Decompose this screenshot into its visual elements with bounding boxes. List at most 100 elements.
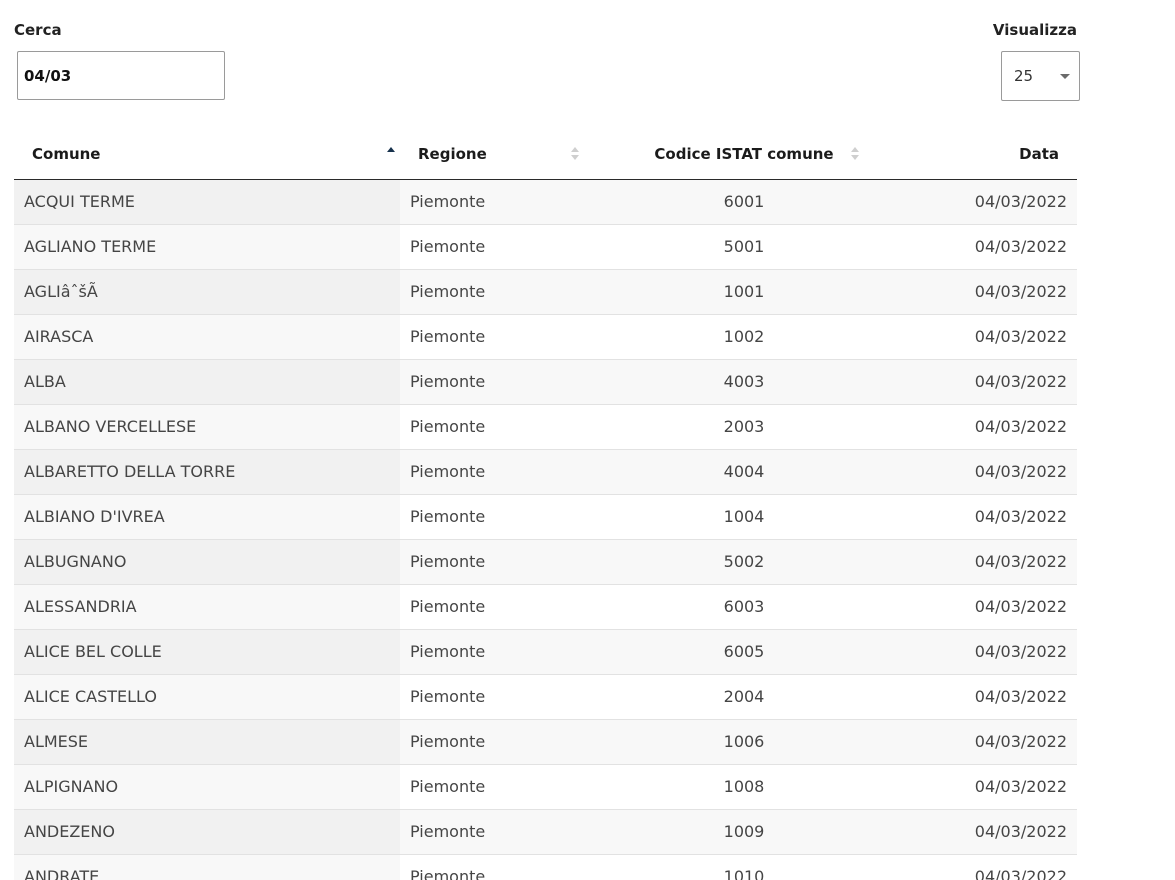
cell-comune: ANDRATE [14, 854, 400, 880]
cell-regione: Piemonte [400, 854, 583, 880]
cell-comune: ALICE CASTELLO [14, 674, 400, 720]
cell-comune: ANDEZENO [14, 809, 400, 855]
cell-regione: Piemonte [400, 674, 583, 720]
sort-ascending-icon [387, 147, 395, 161]
column-header-data[interactable]: Data [905, 130, 1077, 180]
cell-data: 04/03/2022 [905, 359, 1077, 405]
table-row: ACQUI TERME Piemonte 6001 04/03/2022 [14, 179, 1077, 225]
cell-comune: AGLIâˆšÃ [14, 269, 400, 315]
column-header-comune[interactable]: Comune [14, 130, 400, 180]
cell-regione: Piemonte [400, 494, 583, 540]
cell-codice-istat: 4004 [583, 449, 905, 495]
table-row: ALBANO VERCELLESE Piemonte 2003 04/03/2022 [14, 404, 1077, 450]
cell-regione: Piemonte [400, 539, 583, 585]
cell-comune: ALBUGNANO [14, 539, 400, 585]
cell-codice-istat: 1010 [583, 854, 905, 880]
column-header-label: Codice ISTAT comune [654, 145, 834, 164]
page-size-label: Visualizza [992, 21, 1077, 39]
cell-data: 04/03/2022 [905, 629, 1077, 675]
cell-data: 04/03/2022 [905, 404, 1077, 450]
search-input[interactable] [17, 51, 225, 100]
sort-icon [571, 147, 579, 161]
cell-codice-istat: 4003 [583, 359, 905, 405]
cell-comune: AIRASCA [14, 314, 400, 360]
cell-data: 04/03/2022 [905, 764, 1077, 810]
sort-icon [851, 147, 859, 161]
table-row: ALBA Piemonte 4003 04/03/2022 [14, 359, 1077, 405]
cell-codice-istat: 6001 [583, 179, 905, 225]
table-body: ACQUI TERME Piemonte 6001 04/03/2022 AGLIANO… [14, 179, 1077, 880]
cell-data: 04/03/2022 [905, 269, 1077, 315]
cell-codice-istat: 6003 [583, 584, 905, 630]
table-row: AGLIâˆšÃ Piemonte 1001 04/03/2022 [14, 269, 1077, 315]
cell-comune: ALBANO VERCELLESE [14, 404, 400, 450]
cell-codice-istat: 1008 [583, 764, 905, 810]
table-row: ALBIANO D'IVREA Piemonte 1004 04/03/2022 [14, 494, 1077, 540]
cell-regione: Piemonte [400, 449, 583, 495]
cell-codice-istat: 1002 [583, 314, 905, 360]
column-header-label: Data [1019, 145, 1059, 164]
cell-data: 04/03/2022 [905, 809, 1077, 855]
column-header-label: Regione [418, 145, 487, 164]
cell-regione: Piemonte [400, 404, 583, 450]
column-header-label: Comune [32, 145, 101, 164]
page: Cerca Visualizza 25 Comune Regione Codic… [0, 0, 1175, 880]
chevron-down-icon [1060, 74, 1070, 79]
column-header-codice-istat[interactable]: Codice ISTAT comune [583, 130, 905, 180]
table-row: ANDRATE Piemonte 1010 04/03/2022 [14, 854, 1077, 880]
search-label: Cerca [14, 21, 62, 39]
cell-data: 04/03/2022 [905, 449, 1077, 495]
cell-codice-istat: 1001 [583, 269, 905, 315]
cell-regione: Piemonte [400, 269, 583, 315]
cell-codice-istat: 5002 [583, 539, 905, 585]
table-row: ALBARETTO DELLA TORRE Piemonte 4004 04/03/2… [14, 449, 1077, 495]
cell-data: 04/03/2022 [905, 314, 1077, 360]
cell-data: 04/03/2022 [905, 494, 1077, 540]
cell-codice-istat: 2004 [583, 674, 905, 720]
cell-comune: ALBARETTO DELLA TORRE [14, 449, 400, 495]
cell-regione: Piemonte [400, 809, 583, 855]
cell-codice-istat: 6005 [583, 629, 905, 675]
cell-codice-istat: 1004 [583, 494, 905, 540]
cell-data: 04/03/2022 [905, 719, 1077, 765]
cell-regione: Piemonte [400, 629, 583, 675]
cell-regione: Piemonte [400, 359, 583, 405]
cell-codice-istat: 5001 [583, 224, 905, 270]
page-size-value: 25 [1014, 67, 1034, 85]
cell-data: 04/03/2022 [905, 224, 1077, 270]
cell-regione: Piemonte [400, 179, 583, 225]
table-header-row: Comune Regione Codice ISTAT comune Data [14, 130, 1077, 180]
table-row: ALMESE Piemonte 1006 04/03/2022 [14, 719, 1077, 765]
cell-comune: ALBA [14, 359, 400, 405]
table-row: AIRASCA Piemonte 1002 04/03/2022 [14, 314, 1077, 360]
cell-regione: Piemonte [400, 224, 583, 270]
table-controls: Cerca Visualizza 25 [14, 20, 1080, 110]
cell-comune: ALICE BEL COLLE [14, 629, 400, 675]
cell-regione: Piemonte [400, 764, 583, 810]
table-row: ALPIGNANO Piemonte 1008 04/03/2022 [14, 764, 1077, 810]
column-header-regione[interactable]: Regione [400, 130, 583, 180]
page-size-select[interactable]: 25 [1001, 51, 1080, 101]
cell-comune: ALBIANO D'IVREA [14, 494, 400, 540]
comuni-table: Comune Regione Codice ISTAT comune Data … [14, 130, 1077, 880]
table-row: ALESSANDRIA Piemonte 6003 04/03/2022 [14, 584, 1077, 630]
cell-codice-istat: 1009 [583, 809, 905, 855]
cell-data: 04/03/2022 [905, 854, 1077, 880]
table-row: ANDEZENO Piemonte 1009 04/03/2022 [14, 809, 1077, 855]
cell-comune: ALPIGNANO [14, 764, 400, 810]
cell-comune: ALMESE [14, 719, 400, 765]
cell-data: 04/03/2022 [905, 539, 1077, 585]
cell-comune: AGLIANO TERME [14, 224, 400, 270]
cell-data: 04/03/2022 [905, 674, 1077, 720]
table-row: ALICE CASTELLO Piemonte 2004 04/03/2022 [14, 674, 1077, 720]
table-row: ALBUGNANO Piemonte 5002 04/03/2022 [14, 539, 1077, 585]
cell-data: 04/03/2022 [905, 179, 1077, 225]
cell-codice-istat: 1006 [583, 719, 905, 765]
table-row: ALICE BEL COLLE Piemonte 6005 04/03/2022 [14, 629, 1077, 675]
cell-regione: Piemonte [400, 314, 583, 360]
cell-codice-istat: 2003 [583, 404, 905, 450]
cell-regione: Piemonte [400, 584, 583, 630]
cell-comune: ALESSANDRIA [14, 584, 400, 630]
cell-regione: Piemonte [400, 719, 583, 765]
table-row: AGLIANO TERME Piemonte 5001 04/03/2022 [14, 224, 1077, 270]
